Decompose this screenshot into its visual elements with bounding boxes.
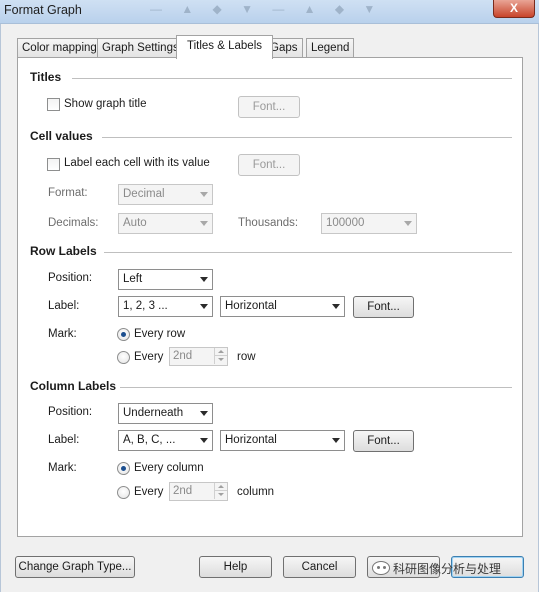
every-row-nth-label: Every [134, 351, 164, 363]
chevron-down-icon [200, 438, 208, 443]
section-title-row-labels: Row Labels [30, 244, 97, 258]
row-position-label: Position: [48, 272, 93, 284]
row-position-select[interactable]: Left [118, 269, 213, 290]
chevron-down-icon [332, 304, 340, 309]
chevron-down-icon [200, 221, 208, 226]
close-button[interactable]: X [493, 0, 535, 18]
watermark-text: 科研图像分析与处理 [393, 561, 502, 576]
watermark: 科研图像分析与处理 [372, 557, 501, 579]
thousands-select[interactable]: 100000 [321, 213, 417, 234]
divider [120, 387, 512, 388]
change-graph-type-button[interactable]: Change Graph Type... [15, 556, 135, 578]
title-bar: Format Graph — ▲ ◆ ▼ — ▲ ◆ ▼ X [0, 0, 539, 24]
row-mark-label: Mark: [48, 328, 77, 340]
decimals-value: Auto [123, 217, 147, 229]
stepper-down-icon[interactable] [214, 491, 227, 499]
column-orientation-select[interactable]: Horizontal [220, 430, 345, 451]
row-orientation-select[interactable]: Horizontal [220, 296, 345, 317]
every-column-radio[interactable] [117, 462, 130, 475]
column-position-label: Position: [48, 406, 93, 418]
column-orientation-value: Horizontal [225, 434, 277, 446]
thousands-label: Thousands: [238, 217, 299, 229]
titles-font-button[interactable]: Font... [238, 96, 300, 118]
column-unit-label: column [237, 486, 275, 498]
cell-values-font-button[interactable]: Font... [238, 154, 300, 176]
chevron-down-icon [200, 277, 208, 282]
show-title-checkbox[interactable] [47, 98, 60, 111]
label-each-cell-label: Label each cell with its value [64, 157, 210, 169]
thousands-value: 100000 [326, 217, 365, 229]
help-button[interactable]: Help [199, 556, 272, 578]
divider [72, 78, 512, 79]
row-interval-value: 2nd [173, 350, 193, 362]
column-label-value: A, B, C, ... [123, 434, 176, 446]
divider [104, 252, 512, 253]
row-position-value: Left [123, 273, 143, 285]
cancel-button[interactable]: Cancel [283, 556, 356, 578]
stepper-down-icon[interactable] [214, 356, 227, 364]
column-interval-value: 2nd [173, 485, 193, 497]
format-value: Decimal [123, 188, 165, 200]
tab-color-mapping[interactable]: Color mapping [17, 38, 102, 58]
label-each-cell-checkbox[interactable] [47, 158, 60, 171]
section-title-cell-values: Cell values [30, 129, 93, 143]
wechat-logo-icon [372, 561, 390, 575]
column-label-select[interactable]: A, B, C, ... [118, 430, 213, 451]
tab-titles-labels[interactable]: Titles & Labels [176, 35, 273, 59]
stepper-up-icon[interactable] [214, 483, 227, 491]
row-orientation-value: Horizontal [225, 300, 277, 312]
decimals-select[interactable]: Auto [118, 213, 213, 234]
divider [102, 137, 512, 138]
window-title: Format Graph [4, 3, 82, 17]
every-nth-row-radio[interactable] [117, 351, 130, 364]
every-nth-column-radio[interactable] [117, 486, 130, 499]
stepper-up-icon[interactable] [214, 348, 227, 356]
tab-legend[interactable]: Legend [306, 38, 355, 58]
decimals-label: Decimals: [48, 217, 99, 229]
row-label-value: 1, 2, 3 ... [123, 300, 168, 312]
chevron-down-icon [332, 438, 340, 443]
chevron-down-icon [404, 221, 412, 226]
chevron-down-icon [200, 192, 208, 197]
column-font-button[interactable]: Font... [353, 430, 414, 452]
row-font-button[interactable]: Font... [353, 296, 414, 318]
chevron-down-icon [200, 411, 208, 416]
row-label-label: Label: [48, 300, 80, 312]
column-interval-stepper[interactable]: 2nd [169, 482, 228, 501]
format-select[interactable]: Decimal [118, 184, 213, 205]
every-column-nth-label: Every [134, 486, 164, 498]
row-label-select[interactable]: 1, 2, 3 ... [118, 296, 213, 317]
every-row-radio[interactable] [117, 328, 130, 341]
show-title-label: Show graph title [64, 98, 147, 110]
column-position-select[interactable]: Underneath [118, 403, 213, 424]
background-toolbar-ghost: — ▲ ◆ ▼ — ▲ ◆ ▼ [150, 2, 384, 16]
row-unit-label: row [237, 351, 256, 363]
every-row-label: Every row [134, 328, 186, 340]
tab-panel: Titles Show graph title Font... Cell val… [17, 57, 523, 537]
section-title-column-labels: Column Labels [30, 379, 117, 393]
column-position-value: Underneath [123, 407, 184, 419]
column-label-label: Label: [48, 434, 80, 446]
tab-graph-settings[interactable]: Graph Settings [97, 38, 184, 58]
format-label: Format: [48, 187, 88, 199]
section-title-titles: Titles [30, 70, 62, 84]
chevron-down-icon [200, 304, 208, 309]
column-mark-label: Mark: [48, 462, 77, 474]
row-interval-stepper[interactable]: 2nd [169, 347, 228, 366]
every-column-label: Every column [134, 462, 204, 474]
